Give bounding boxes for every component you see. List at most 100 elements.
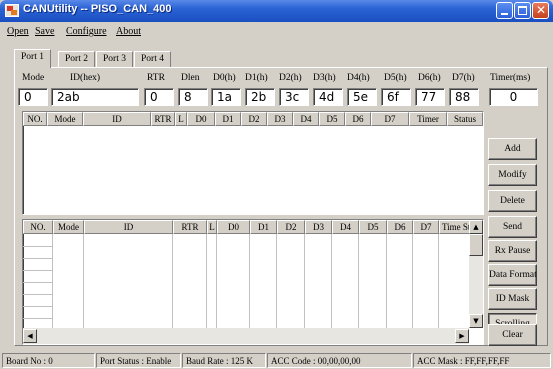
tab-port-3[interactable]: Port 3: [96, 51, 133, 68]
recv-col-no[interactable]: NO.: [23, 220, 53, 234]
send-col-timer[interactable]: Timer: [409, 112, 447, 126]
receive-vertical-scrollbar[interactable]: ▲ ▼: [469, 220, 483, 328]
recv-col-mode[interactable]: Mode: [53, 220, 84, 234]
send-col-status[interactable]: Status: [447, 112, 483, 126]
send-col-l[interactable]: L: [175, 112, 187, 126]
scroll-left-icon[interactable]: ◀: [23, 329, 37, 343]
close-button[interactable]: ✕: [532, 2, 549, 19]
status-board-number: Board No : 0: [2, 353, 95, 368]
send-col-d4[interactable]: D4: [293, 112, 319, 126]
recv-col-d1[interactable]: D1: [250, 220, 277, 234]
d0-field[interactable]: 1a: [211, 88, 241, 106]
d4-field[interactable]: 5e: [347, 88, 377, 106]
data-format-button[interactable]: Data Format: [488, 264, 537, 286]
tab-port-4[interactable]: Port 4: [134, 51, 171, 68]
id-mask-button[interactable]: ID Mask: [488, 288, 537, 310]
menu-about[interactable]: About: [116, 26, 141, 37]
id-field[interactable]: 2ab: [51, 88, 139, 106]
maximize-button[interactable]: [514, 2, 531, 19]
label-d1: D1(h): [245, 73, 268, 83]
d3-field[interactable]: 4d: [313, 88, 343, 106]
recv-gridline: [386, 234, 387, 330]
timer-field[interactable]: 0: [489, 88, 538, 106]
rx-pause-button[interactable]: Rx Pause: [488, 240, 537, 262]
d6-field[interactable]: 77: [415, 88, 445, 106]
label-rtr: RTR: [147, 73, 165, 83]
send-button[interactable]: Send: [488, 216, 537, 238]
send-col-d6[interactable]: D6: [345, 112, 371, 126]
status-baud-rate: Baud Rate : 125 K: [182, 353, 266, 368]
delete-button[interactable]: Delete: [488, 190, 537, 212]
modify-button[interactable]: Modify: [488, 164, 537, 186]
d7-field[interactable]: 88: [449, 88, 479, 106]
receive-list[interactable]: NO. Mode ID RTR L D0 D1 D2 D3 D4 D5 D6 D…: [22, 219, 484, 345]
d5-field[interactable]: 6f: [381, 88, 411, 106]
send-col-d2[interactable]: D2: [241, 112, 267, 126]
d1-field[interactable]: 2b: [245, 88, 275, 106]
recv-gridline: [83, 234, 84, 330]
minimize-button[interactable]: [496, 2, 513, 19]
scroll-down-icon[interactable]: ▼: [469, 314, 483, 328]
d2-field[interactable]: 3c: [279, 88, 309, 106]
send-col-rtr[interactable]: RTR: [151, 112, 175, 126]
label-timer: Timer(ms): [490, 73, 531, 83]
recv-col-d3[interactable]: D3: [305, 220, 332, 234]
recv-col-d7[interactable]: D7: [413, 220, 439, 234]
send-col-d1[interactable]: D1: [215, 112, 241, 126]
menu-save[interactable]: Save: [35, 26, 54, 37]
recv-col-d6[interactable]: D6: [387, 220, 413, 234]
rtr-field[interactable]: 0: [144, 88, 174, 106]
recv-col-l[interactable]: L: [207, 220, 217, 234]
status-bar: Board No : 0 Port Status : Enable Baud R…: [0, 352, 553, 369]
send-col-d5[interactable]: D5: [319, 112, 345, 126]
recv-row-line: [23, 282, 53, 283]
clear-button[interactable]: Clear: [488, 324, 537, 346]
label-d2: D2(h): [279, 73, 302, 83]
send-col-mode[interactable]: Mode: [47, 112, 83, 126]
recv-gridline: [172, 234, 173, 330]
port-tabs: Port 1 Port 2 Port 3 Port 4: [0, 49, 553, 68]
recv-col-d0[interactable]: D0: [217, 220, 250, 234]
send-list[interactable]: NO. Mode ID RTR L D0 D1 D2 D3 D4 D5 D6 D…: [22, 111, 484, 215]
title-bar: CANUtility -- PISO_CAN_400 ✕: [0, 0, 553, 22]
mode-field[interactable]: 0: [18, 88, 48, 106]
recv-gridline: [216, 234, 217, 330]
scroll-right-icon[interactable]: ▶: [455, 329, 469, 343]
menu-open[interactable]: Open: [7, 26, 29, 37]
send-col-d7[interactable]: D7: [371, 112, 409, 126]
recv-col-d2[interactable]: D2: [277, 220, 305, 234]
minimize-icon: [501, 13, 508, 15]
window-title: CANUtility -- PISO_CAN_400: [23, 3, 172, 15]
recv-gridline: [276, 234, 277, 330]
receive-horizontal-scrollbar[interactable]: ◀ ▶: [23, 328, 469, 344]
label-d5: D5(h): [384, 73, 407, 83]
tab-port-2[interactable]: Port 2: [58, 51, 95, 68]
status-port: Port Status : Enable: [96, 353, 181, 368]
scroll-thumb[interactable]: [469, 234, 483, 256]
recv-col-id[interactable]: ID: [84, 220, 173, 234]
recv-col-rtr[interactable]: RTR: [173, 220, 207, 234]
label-id: ID(hex): [70, 73, 101, 83]
send-col-id[interactable]: ID: [83, 112, 151, 126]
recv-col-d4[interactable]: D4: [332, 220, 359, 234]
menu-bar: Open Save Configure About: [0, 22, 553, 41]
recv-gridline: [304, 234, 305, 330]
menu-configure[interactable]: Configure: [66, 26, 107, 37]
close-icon: ✕: [536, 3, 547, 17]
add-button[interactable]: Add: [488, 138, 537, 160]
tab-port-1[interactable]: Port 1: [14, 49, 51, 68]
recv-gridline: [412, 234, 413, 330]
recv-row-line: [23, 258, 53, 259]
recv-col-d5[interactable]: D5: [359, 220, 387, 234]
recv-row-line: [23, 246, 53, 247]
recv-row-line: [23, 318, 53, 319]
label-d4: D4(h): [347, 73, 370, 83]
send-col-d3[interactable]: D3: [267, 112, 293, 126]
recv-gridline: [438, 234, 439, 330]
label-d0: D0(h): [213, 73, 236, 83]
send-col-no[interactable]: NO.: [23, 112, 47, 126]
scroll-up-icon[interactable]: ▲: [469, 220, 483, 234]
recv-row-line: [23, 306, 53, 307]
dlen-field[interactable]: 8: [178, 88, 208, 106]
send-col-d0[interactable]: D0: [187, 112, 215, 126]
